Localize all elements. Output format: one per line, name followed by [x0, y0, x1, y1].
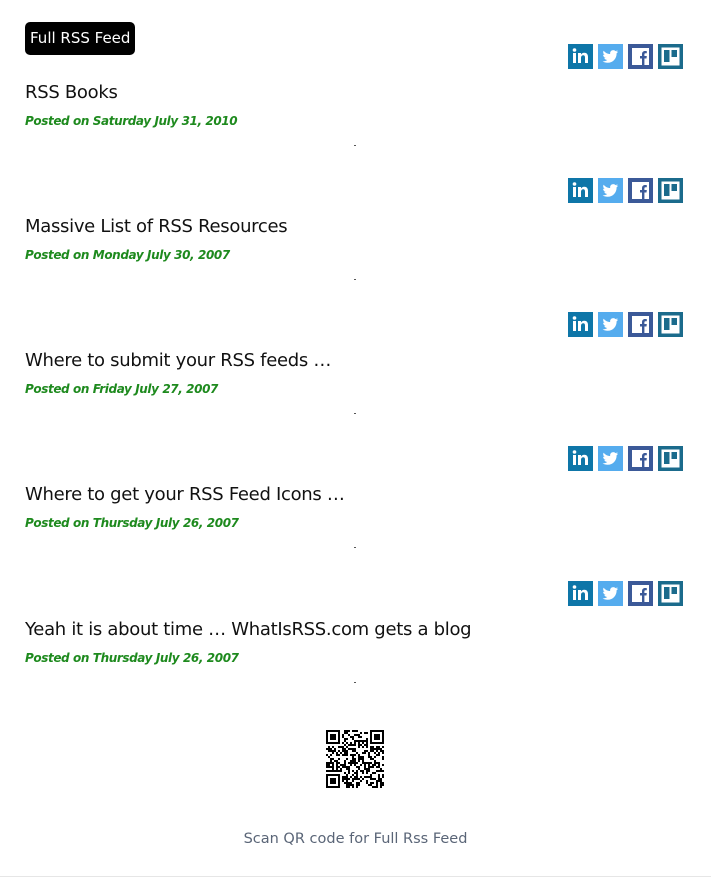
- trello-icon[interactable]: [658, 446, 683, 471]
- post-item: Where to get your RSS Feed Icons … Poste…: [0, 416, 711, 550]
- twitter-icon[interactable]: [598, 312, 623, 337]
- post-item: Massive List of RSS Resources Posted on …: [0, 148, 711, 282]
- twitter-icon[interactable]: [598, 44, 623, 69]
- divider: [354, 682, 356, 683]
- linkedin-icon[interactable]: [568, 446, 593, 471]
- post-title[interactable]: Yeah it is about time … WhatIsRSS.com ge…: [25, 619, 472, 640]
- posted-date: Posted on Saturday July 31, 2010: [25, 114, 238, 128]
- post-title[interactable]: Where to submit your RSS feeds …: [25, 350, 331, 371]
- post-title[interactable]: RSS Books: [25, 82, 118, 103]
- twitter-icon[interactable]: [598, 581, 623, 606]
- post-title[interactable]: Where to get your RSS Feed Icons …: [25, 484, 345, 505]
- qr-caption: Scan QR code for Full Rss Feed: [243, 831, 468, 847]
- linkedin-icon[interactable]: [568, 581, 593, 606]
- share-bar: [568, 312, 688, 338]
- linkedin-icon[interactable]: [568, 178, 593, 203]
- twitter-icon[interactable]: [598, 178, 623, 203]
- post-item: RSS Books Posted on Saturday July 31, 20…: [0, 14, 711, 148]
- share-bar: [568, 44, 688, 70]
- divider: [354, 413, 356, 414]
- trello-icon[interactable]: [658, 312, 683, 337]
- trello-icon[interactable]: [658, 44, 683, 69]
- posted-date: Posted on Monday July 30, 2007: [25, 248, 230, 262]
- divider: [354, 547, 356, 548]
- post-item: Where to submit your RSS feeds … Posted …: [0, 282, 711, 416]
- linkedin-icon[interactable]: [568, 44, 593, 69]
- posted-date: Posted on Friday July 27, 2007: [25, 382, 218, 396]
- share-bar: [568, 581, 688, 607]
- facebook-icon[interactable]: [628, 178, 653, 203]
- posted-date: Posted on Thursday July 26, 2007: [25, 651, 239, 665]
- trello-icon[interactable]: [658, 581, 683, 606]
- posted-date: Posted on Thursday July 26, 2007: [25, 516, 239, 530]
- divider: [354, 145, 356, 146]
- divider: [354, 279, 356, 280]
- qr-code-image: [326, 730, 384, 788]
- facebook-icon[interactable]: [628, 44, 653, 69]
- post-title[interactable]: Massive List of RSS Resources: [25, 216, 288, 237]
- facebook-icon[interactable]: [628, 446, 653, 471]
- share-bar: [568, 446, 688, 472]
- linkedin-icon[interactable]: [568, 312, 593, 337]
- share-bar: [568, 178, 688, 204]
- post-item: Yeah it is about time … WhatIsRSS.com ge…: [0, 551, 711, 685]
- divider: [0, 876, 711, 877]
- twitter-icon[interactable]: [598, 446, 623, 471]
- facebook-icon[interactable]: [628, 312, 653, 337]
- facebook-icon[interactable]: [628, 581, 653, 606]
- trello-icon[interactable]: [658, 178, 683, 203]
